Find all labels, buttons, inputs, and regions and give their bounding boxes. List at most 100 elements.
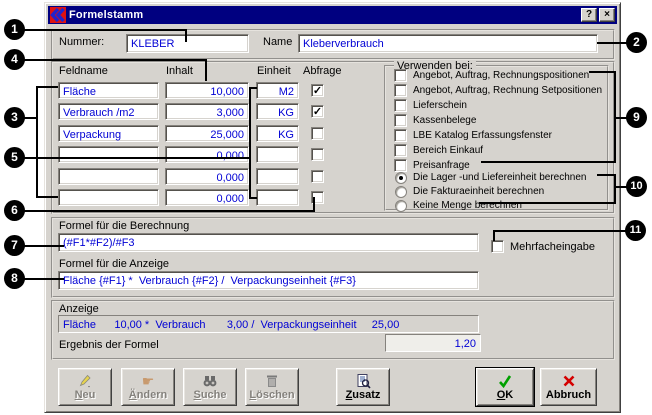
- pencil-icon: [77, 373, 93, 389]
- nummer-input[interactable]: KLEBER: [126, 34, 249, 53]
- aendern-button-label: Ändern: [129, 390, 168, 401]
- einheit-header: Einheit: [257, 65, 291, 77]
- callout-line: [24, 245, 64, 247]
- callout-badge-7: 7: [4, 235, 25, 256]
- einheit-input[interactable]: M2: [256, 82, 299, 99]
- abfrage-checkbox[interactable]: [311, 127, 324, 140]
- abbruch-button[interactable]: Abbruch: [540, 368, 597, 406]
- callout-line: [24, 210, 315, 212]
- callout-badge-6: 6: [4, 200, 25, 221]
- feldname-input[interactable]: Verbrauch /m2: [58, 103, 159, 120]
- callout-line: [24, 59, 207, 61]
- callout-line: [313, 197, 315, 212]
- window-title: Formelstamm: [69, 9, 143, 21]
- verwenden-checkbox-label: Angebot, Auftrag, Rechnung Setpositionen: [413, 85, 602, 96]
- verwenden-checkbox[interactable]: [394, 69, 407, 82]
- verwenden-checkbox[interactable]: [394, 159, 407, 172]
- name-input[interactable]: Kleberverbrauch: [298, 34, 598, 53]
- verwenden-checkbox[interactable]: [394, 99, 407, 112]
- verwenden-checkbox-label: Kassenbelege: [413, 115, 476, 126]
- feldname-header: Feldname: [59, 65, 108, 77]
- callout-line: [614, 174, 616, 204]
- hand-icon: ☛: [142, 374, 155, 389]
- verwenden-checkbox[interactable]: [394, 144, 407, 157]
- einheit-input[interactable]: [256, 168, 299, 185]
- ergebnis-value: 1,20: [385, 334, 481, 352]
- inhalt-input[interactable]: 0,000: [165, 189, 249, 206]
- anzeige-formel-input[interactable]: Fläche {#F1} * Verbrauch {#F2} / Verpack…: [58, 271, 479, 290]
- callout-badge-9: 9: [626, 107, 647, 128]
- formelstamm-dialog: Formelstamm ? × Nummer: KLEBER Name Kleb…: [44, 2, 621, 413]
- zusatz-button-label: Zusatz: [346, 390, 381, 401]
- ok-button[interactable]: OK: [476, 368, 534, 406]
- callout-badge-1: 1: [4, 19, 25, 40]
- einheit-input[interactable]: [256, 189, 299, 206]
- anzeige-display: Fläche 10,00 * Verbrauch 3,00 / Verpacku…: [58, 315, 479, 333]
- zusatz-button[interactable]: Zusatz: [336, 368, 390, 406]
- aendern-button[interactable]: ☛ Ändern: [121, 368, 175, 406]
- inhalt-input[interactable]: 0,000: [165, 168, 249, 185]
- einheit-input[interactable]: KG: [256, 125, 299, 142]
- callout-line: [481, 161, 616, 163]
- verwenden-checkbox[interactable]: [394, 114, 407, 127]
- inhalt-input[interactable]: 10,000: [165, 82, 249, 99]
- callout-badge-10: 10: [626, 176, 647, 197]
- neu-button[interactable]: Neu: [58, 368, 112, 406]
- berechnung-label: Formel für die Berechnung: [59, 220, 189, 232]
- callout-badge-3: 3: [4, 107, 25, 128]
- feldname-input[interactable]: Fläche: [58, 82, 159, 99]
- nummer-label: Nummer:: [59, 36, 104, 48]
- anzeige-formel-label: Formel für die Anzeige: [59, 258, 169, 270]
- feldname-input[interactable]: [58, 168, 159, 185]
- callout-line: [249, 87, 257, 89]
- ok-button-label: OK: [497, 390, 514, 401]
- app-logo-icon: [50, 7, 66, 23]
- inhalt-header: Inhalt: [166, 65, 193, 77]
- inhalt-input[interactable]: 25,000: [165, 125, 249, 142]
- callout-badge-8: 8: [4, 268, 25, 289]
- abfrage-checkbox[interactable]: [311, 84, 324, 97]
- mehrfacheingabe-checkbox[interactable]: [491, 240, 504, 253]
- x-icon: [561, 373, 577, 389]
- callout-line: [597, 42, 628, 44]
- berechnen-radio-label: Die Fakturaeinheit berechnen: [413, 186, 544, 197]
- callout-line: [36, 86, 58, 88]
- berechnen-radio-label: Die Lager -und Liefereinheit berechnen: [413, 172, 586, 183]
- title-bar[interactable]: Formelstamm ? ×: [48, 6, 617, 24]
- callout-badge-11: 11: [625, 220, 646, 241]
- verwenden-checkbox[interactable]: [394, 84, 407, 97]
- suche-button[interactable]: Suche: [183, 368, 237, 406]
- berechnen-radio[interactable]: [395, 186, 407, 198]
- callout-line: [185, 29, 187, 42]
- berechnen-radio[interactable]: [395, 200, 407, 212]
- einheit-input[interactable]: KG: [256, 103, 299, 120]
- abfrage-checkbox[interactable]: [311, 170, 324, 183]
- inhalt-input[interactable]: 3,000: [165, 103, 249, 120]
- verwenden-checkbox-label: Angebot, Auftrag, Rechnungspositionen: [413, 70, 589, 81]
- verwenden-checkbox-label: Lieferschein: [413, 100, 467, 111]
- berechnung-input[interactable]: (#F1*#F2)/#F3: [58, 233, 479, 252]
- callout-line: [205, 59, 207, 81]
- verwenden-checkbox-label: Preisanfrage: [413, 160, 470, 171]
- loeschen-button-label: Löschen: [249, 390, 294, 401]
- berechnen-radio[interactable]: [395, 172, 407, 184]
- abfrage-checkbox[interactable]: [311, 148, 324, 161]
- neu-button-label: Neu: [75, 390, 96, 401]
- inhalt-input[interactable]: 0,000: [165, 146, 249, 163]
- feldname-input[interactable]: [58, 146, 159, 163]
- screenshot-page: Formelstamm ? × Nummer: KLEBER Name Kleb…: [0, 0, 652, 415]
- help-button[interactable]: ?: [581, 8, 597, 22]
- callout-line: [36, 86, 38, 198]
- close-button[interactable]: ×: [599, 8, 615, 22]
- verwenden-checkbox[interactable]: [394, 129, 407, 142]
- callout-line: [249, 197, 257, 199]
- abfrage-checkbox[interactable]: [311, 105, 324, 118]
- loeschen-button[interactable]: Löschen: [245, 368, 299, 406]
- einheit-input[interactable]: [256, 146, 299, 163]
- feldname-input[interactable]: Verpackung: [58, 125, 159, 142]
- callout-line: [249, 87, 251, 199]
- check-icon: [497, 373, 513, 389]
- feldname-input[interactable]: [58, 189, 159, 206]
- callout-line: [479, 202, 616, 204]
- callout-badge-4: 4: [4, 49, 25, 70]
